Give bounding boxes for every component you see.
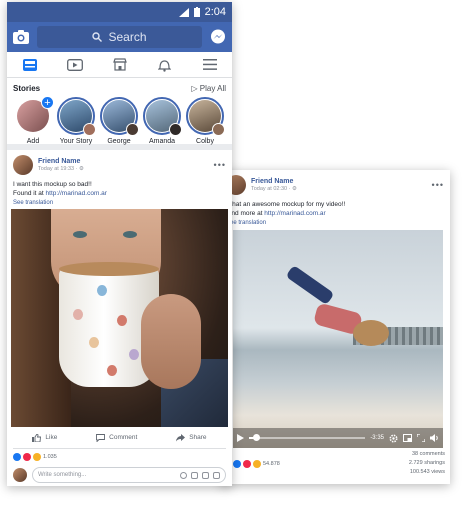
- feed-post: Friend Name Today at 19:33 · ⚙ ••• I wan…: [7, 150, 232, 485]
- video-controls: -3:35: [233, 428, 443, 448]
- tab-news-feed[interactable]: [16, 54, 44, 76]
- watch-icon: [66, 58, 83, 71]
- view-count: 100.543 views: [409, 469, 445, 475]
- search-box[interactable]: Search: [37, 26, 202, 48]
- news-feed-icon: [22, 58, 37, 71]
- comment-composer: Write something...: [7, 465, 232, 485]
- picture-in-picture-icon[interactable]: [403, 434, 412, 442]
- haha-reaction-icon: [33, 453, 41, 461]
- video-stats: 54.878 38 comments 2.729 sharings 100.54…: [233, 450, 445, 477]
- video-time-remaining: -3:35: [370, 435, 384, 441]
- post-actions: Like Comment Share: [13, 427, 226, 449]
- messenger-icon[interactable]: [210, 29, 226, 45]
- like-reaction-icon: [233, 459, 241, 468]
- camera-icon[interactable]: [191, 471, 198, 479]
- story-amanda[interactable]: Amanda: [142, 97, 182, 145]
- like-reaction-icon: [13, 453, 21, 461]
- post-link[interactable]: http://marinad.com.ar: [46, 190, 107, 197]
- story-row: + Add Your Story George Amanda Colby: [13, 96, 226, 145]
- reaction-count: 54.878: [263, 460, 280, 467]
- tab-menu[interactable]: [196, 54, 224, 76]
- tab-notifications[interactable]: [151, 54, 179, 76]
- love-reaction-icon: [243, 459, 251, 468]
- add-story-plus-icon: +: [41, 96, 54, 109]
- stories-title: Stories: [13, 83, 41, 93]
- search-icon: [92, 32, 103, 42]
- post-timestamp: Today at 02:30 · ⚙: [251, 186, 297, 192]
- avatar: [212, 123, 225, 136]
- emoji-icon[interactable]: [180, 471, 187, 479]
- bell-icon: [158, 59, 171, 72]
- story-name: Colby: [196, 138, 214, 145]
- signal-icon: [178, 7, 189, 17]
- love-reaction-icon: [23, 453, 31, 461]
- tab-marketplace[interactable]: [106, 54, 134, 76]
- post-text: I want this mockup so bad!! Found it at …: [13, 181, 107, 197]
- comment-input[interactable]: Write something...: [32, 467, 226, 483]
- more-options-icon[interactable]: •••: [214, 160, 226, 170]
- story-colby[interactable]: Colby: [185, 97, 225, 145]
- search-placeholder: Search: [108, 30, 147, 44]
- story-george[interactable]: George: [99, 97, 139, 145]
- phone-screen: 2:04 Search Stories ▷ Play All + Add You…: [7, 2, 232, 486]
- post-timestamp: Today at 19:33 · ⚙: [38, 166, 84, 172]
- like-icon: [32, 433, 42, 442]
- comment-icon: [96, 433, 106, 442]
- reaction-summary[interactable]: 1.035: [7, 449, 232, 465]
- post-text: What an awesome mockup for my video!! Fi…: [226, 201, 346, 217]
- share-button[interactable]: Share: [176, 433, 207, 442]
- video-post: Friend Name Today at 02:30 · ⚙ ••• What …: [220, 170, 450, 484]
- stories-section: Stories ▷ Play All + Add Your Story Geor…: [7, 78, 232, 150]
- tab-watch[interactable]: [61, 54, 89, 76]
- play-all-button[interactable]: ▷ Play All: [191, 84, 226, 93]
- reaction-count: 1.035: [43, 454, 57, 460]
- share-count[interactable]: 2.729 sharings: [409, 459, 445, 468]
- see-translation-link[interactable]: See translation: [220, 218, 450, 229]
- volume-icon[interactable]: [430, 434, 439, 442]
- battery-icon: [193, 7, 200, 17]
- avatar: [126, 123, 139, 136]
- comment-button[interactable]: Comment: [96, 433, 137, 442]
- status-bar: 2:04: [7, 2, 232, 22]
- story-name: Your Story: [59, 138, 93, 145]
- sticker-icon[interactable]: [213, 471, 220, 479]
- play-all-label: Play All: [199, 83, 226, 93]
- top-bar: Search: [7, 22, 232, 52]
- see-translation-link[interactable]: See translation: [7, 198, 232, 209]
- video-progress-handle[interactable]: [252, 434, 260, 441]
- story-name: Amanda: [148, 138, 176, 145]
- gif-icon[interactable]: [202, 471, 209, 479]
- hamburger-menu-icon: [202, 59, 217, 70]
- video-player[interactable]: -3:35: [233, 230, 443, 448]
- post-link[interactable]: http://marinad.com.ar: [264, 210, 325, 217]
- share-icon: [176, 433, 186, 441]
- more-options-icon[interactable]: •••: [432, 180, 444, 190]
- post-photo[interactable]: [11, 209, 228, 427]
- avatar[interactable]: [13, 155, 33, 175]
- camera-icon[interactable]: [13, 30, 29, 44]
- marketplace-icon: [112, 58, 127, 71]
- story-name: George: [107, 138, 131, 145]
- story-your-story[interactable]: Your Story: [56, 97, 96, 145]
- video-progress-bar[interactable]: [249, 434, 366, 441]
- avatar: [83, 123, 96, 136]
- gear-icon[interactable]: [389, 433, 398, 443]
- story-name: Add: [26, 138, 40, 145]
- fullscreen-icon[interactable]: [417, 434, 425, 442]
- post-author[interactable]: Friend Name: [251, 178, 297, 185]
- avatar: [13, 468, 27, 482]
- post-author[interactable]: Friend Name: [38, 158, 84, 165]
- nav-tabs: [7, 52, 232, 78]
- haha-reaction-icon: [253, 459, 261, 468]
- play-icon[interactable]: [237, 434, 244, 442]
- avatar: [169, 123, 182, 136]
- like-button[interactable]: Like: [32, 433, 57, 442]
- reaction-summary[interactable]: 54.878: [233, 450, 280, 477]
- status-time: 2:04: [204, 6, 226, 18]
- comment-count[interactable]: 38 comments: [409, 450, 445, 459]
- story-add[interactable]: + Add: [13, 96, 54, 145]
